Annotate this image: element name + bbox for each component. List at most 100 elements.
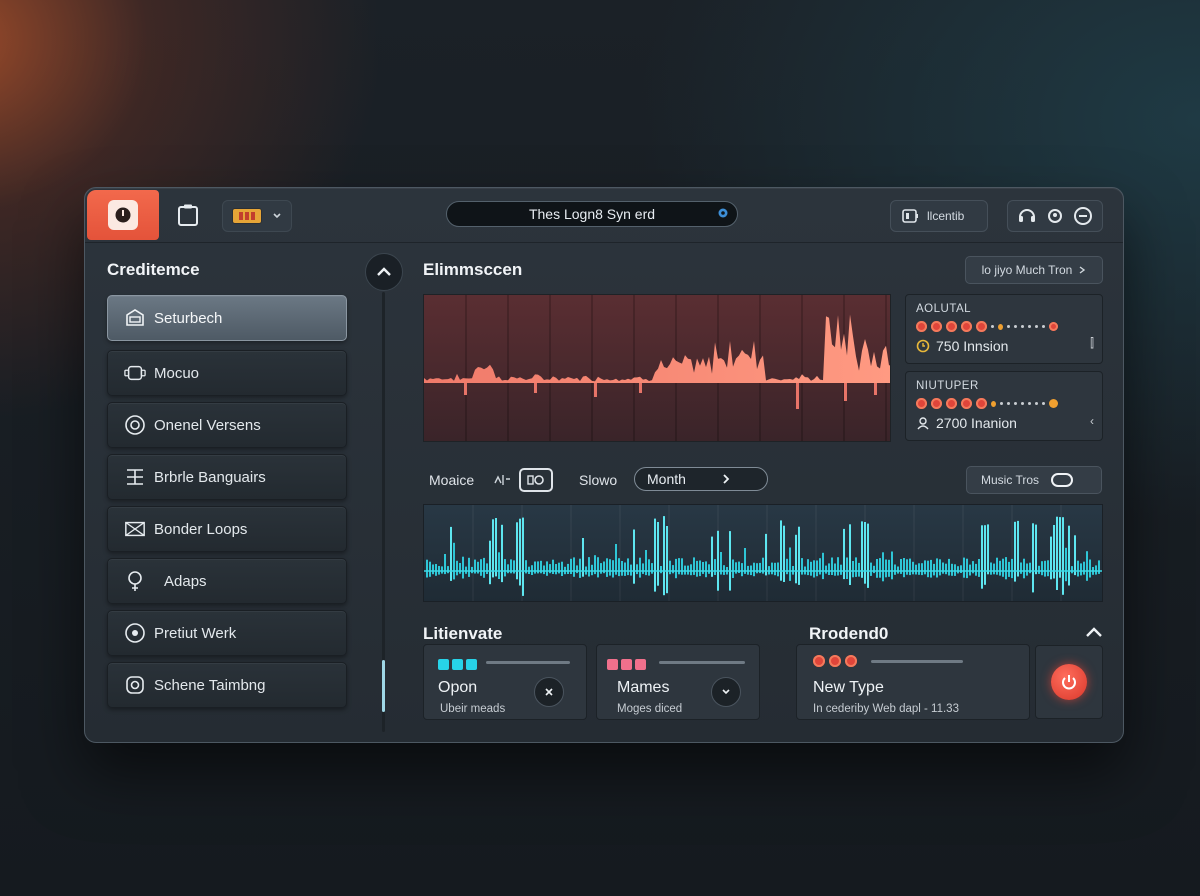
- chevron-right-icon: [723, 474, 730, 484]
- panel-subtitle: Moges diced: [617, 703, 683, 715]
- chart-mini-icon[interactable]: [493, 473, 511, 487]
- scrollbar-thumb[interactable]: [382, 660, 385, 712]
- robot-icon: [124, 362, 146, 384]
- stat-card-dots: [916, 398, 1092, 409]
- playback-controls: Moaice Slowo Month Music Tros: [411, 461, 1103, 499]
- battery-icon: [232, 208, 263, 224]
- pink-squares: [607, 657, 649, 675]
- stat-card-1[interactable]: AOLUTAL 750 Innsion ⫿: [905, 294, 1103, 364]
- cyan-waveform: [424, 505, 1102, 601]
- stat-card-value: 2700 Inanion: [916, 415, 1092, 431]
- panel-mames[interactable]: Mames Moges diced: [596, 644, 760, 720]
- sidebar-title: Creditemce: [107, 260, 200, 279]
- envelope-icon: [124, 518, 146, 540]
- panel-subtitle: In cederiby Web dapl - 11.33: [813, 703, 959, 715]
- dial-icon: [124, 622, 146, 644]
- sidebar-item-label: Adaps: [164, 572, 207, 590]
- sidebar-item-label: Brbrle Banguairs: [154, 468, 266, 486]
- sidebar-item-label: Seturbech: [154, 309, 223, 327]
- battery-dropdown[interactable]: [222, 200, 292, 232]
- gear-icon: [124, 414, 146, 436]
- music-toggle-button[interactable]: Music Tros: [966, 466, 1102, 494]
- bottom-right-title: Rrodend0: [809, 624, 889, 643]
- bottom-left-title: Litienvate: [423, 624, 503, 643]
- refresh-icon[interactable]: [1072, 205, 1094, 227]
- headset-button[interactable]: llcentib: [890, 200, 988, 232]
- top-bar: Thes Logn8 Syn erd llcentib: [85, 188, 1123, 243]
- sidebar-item-label: Schene Taimbng: [154, 676, 266, 694]
- progress-line: [659, 661, 745, 664]
- top-right-button[interactable]: lo jiyo Much Tron: [965, 256, 1103, 284]
- sidebar-item-brbrle-banguairs[interactable]: Brbrle Banguairs: [107, 454, 347, 500]
- music-toggle-label: Music Tros: [981, 473, 1040, 487]
- panel-subtitle: Ubeir meads: [440, 703, 506, 715]
- red-waveform-chart: [423, 294, 891, 442]
- chevron-down-icon: [722, 689, 730, 695]
- panel-new-type[interactable]: New Type In cederiby Web dapl - 11.33: [796, 644, 1030, 720]
- chevron-up-icon: [377, 267, 391, 276]
- scroll-up-button[interactable]: [365, 253, 403, 291]
- month-select-value: Month: [647, 471, 686, 487]
- month-select[interactable]: Month: [634, 467, 768, 491]
- power-button-panel: [1035, 645, 1103, 719]
- top-right-button-label: lo jiyo Much Tron: [981, 263, 1073, 277]
- headset-button-label: llcentib: [927, 209, 965, 223]
- panel-title: New Type: [813, 679, 884, 696]
- progress-line: [871, 660, 963, 663]
- cyan-squares: [438, 657, 480, 675]
- chevron-right-icon: [1079, 266, 1086, 274]
- power-button[interactable]: [1051, 664, 1087, 700]
- cyan-waveform-chart: [423, 504, 1103, 602]
- red-dots: [813, 655, 857, 667]
- hierarchy-icon: [124, 466, 146, 488]
- sidebar-item-mocuo[interactable]: Mocuo: [107, 350, 347, 396]
- main-section-title: Elimmsccen: [423, 260, 523, 279]
- document-title: Thes Logn8 Syn erd: [528, 206, 656, 222]
- circle-icon: [124, 674, 146, 696]
- progress-line: [486, 661, 570, 664]
- chevron-down-icon: [273, 213, 281, 219]
- expand-button[interactable]: [711, 677, 741, 707]
- close-button[interactable]: [534, 677, 564, 707]
- sidebar-item-label: Onenel Versens: [154, 416, 261, 434]
- sidebar-item-label: Mocuo: [154, 364, 200, 382]
- sidebar-item-label: Bonder Loops: [154, 520, 248, 538]
- red-waveform: [424, 295, 890, 441]
- panel-title: Mames: [617, 679, 670, 696]
- stat-card-label: AOLUTAL: [916, 303, 972, 315]
- clock-icon: [916, 339, 930, 353]
- pin-icon[interactable]: [717, 207, 729, 219]
- stat-card-2[interactable]: NIUTUPER 2700 Inanion ‹: [905, 371, 1103, 441]
- panel-opon[interactable]: Opon Ubeir meads: [423, 644, 587, 720]
- battery-small-icon: [902, 209, 918, 223]
- stat-card-dots: [916, 321, 1092, 332]
- collapse-chevron-icon[interactable]: [1083, 624, 1105, 640]
- toggle-icon[interactable]: [1051, 473, 1074, 487]
- power-icon: [1062, 675, 1076, 690]
- document-title-field[interactable]: Thes Logn8 Syn erd: [446, 201, 738, 227]
- record-toggle-icon[interactable]: [519, 468, 553, 492]
- stat-card-value: 750 Innsion: [916, 338, 1092, 354]
- user-icon: [917, 417, 929, 430]
- user-actions-group[interactable]: [1007, 200, 1103, 232]
- sidebar-item-onenel-versens[interactable]: Onenel Versens: [107, 402, 347, 448]
- sidebar-item-seturbech[interactable]: Seturbech: [107, 295, 347, 341]
- headset-icon[interactable]: [1016, 205, 1038, 227]
- stat-card-label: NIUTUPER: [916, 380, 979, 392]
- control-label-1: Moaice: [429, 472, 475, 488]
- sidebar-item-pretiut-werk[interactable]: Pretiut Werk: [107, 610, 347, 656]
- stat-card-tail: ⫿: [1090, 336, 1094, 350]
- sidebar-item-schene-taimbng[interactable]: Schene Taimbng: [107, 662, 347, 708]
- sidebar-item-adaps[interactable]: Adaps: [107, 558, 347, 604]
- sidebar-item-label: Pretiut Werk: [154, 624, 237, 642]
- app-logo-button[interactable]: [87, 190, 159, 240]
- close-icon: [545, 688, 553, 696]
- flower-icon: [124, 570, 146, 592]
- window-icon: [124, 307, 146, 329]
- sidebar-item-bonder-loops[interactable]: Bonder Loops: [107, 506, 347, 552]
- panel-title: Opon: [438, 679, 478, 696]
- face-icon[interactable]: [1046, 207, 1064, 225]
- power-app-icon: [108, 200, 138, 230]
- control-label-2: Slowo: [579, 472, 618, 488]
- clipboard-icon[interactable]: [173, 200, 203, 230]
